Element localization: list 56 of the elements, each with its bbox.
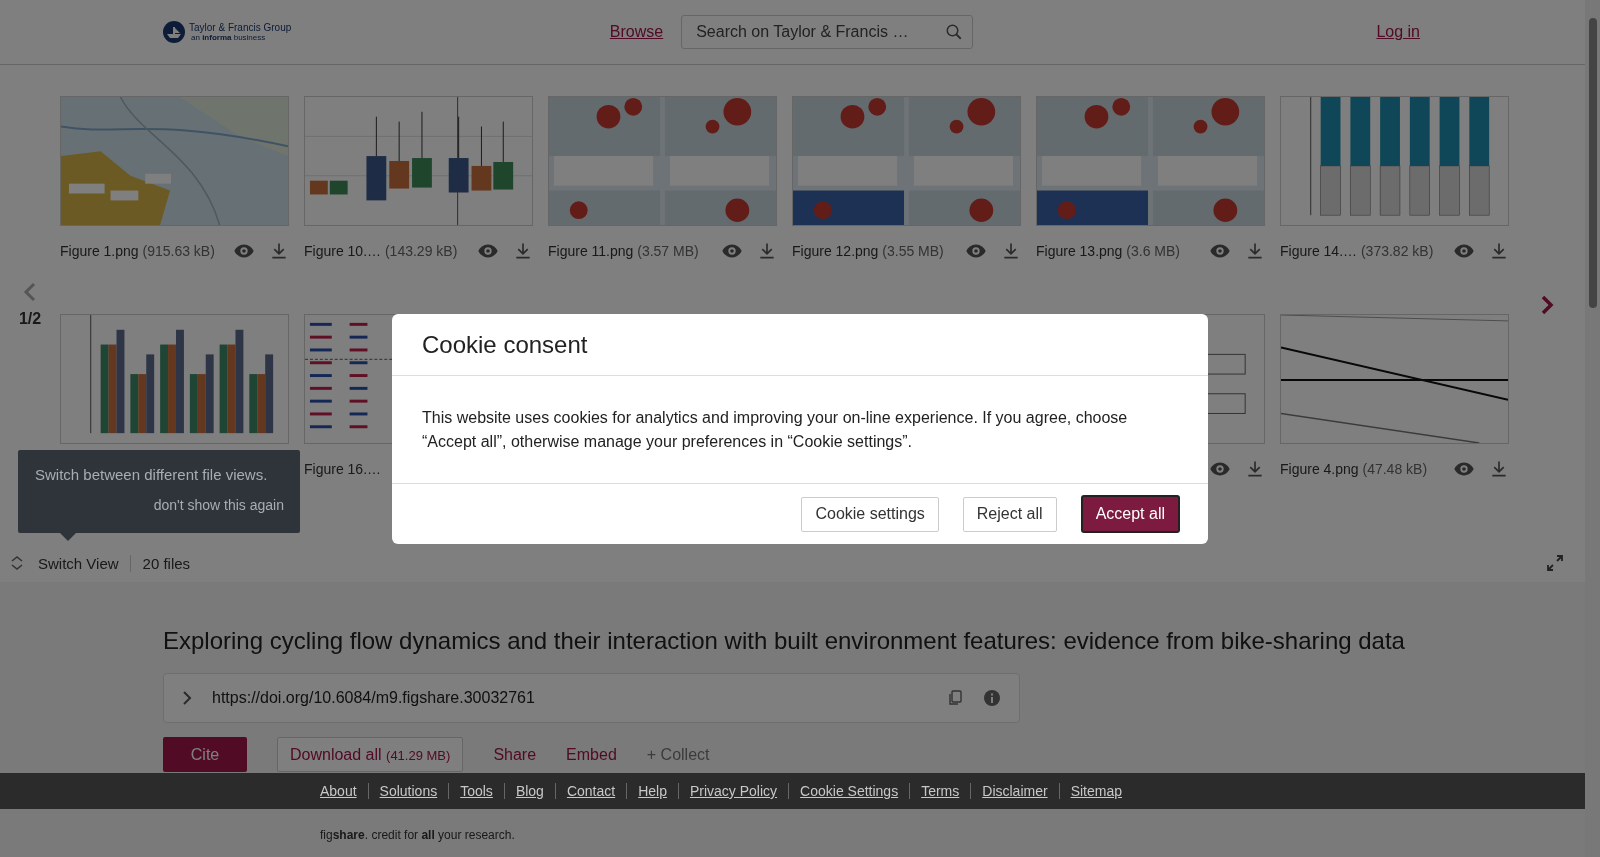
scrollbar[interactable] — [1585, 0, 1600, 857]
logo-tagline: an informa business — [191, 33, 267, 42]
tooltip-text: Switch between different file views. — [35, 466, 269, 483]
download-icon[interactable] — [1489, 459, 1509, 479]
footer-link[interactable]: Privacy Policy — [677, 783, 789, 799]
file-name: Figure 13.png (3.6 MB) — [1036, 243, 1181, 259]
download-icon[interactable] — [757, 241, 777, 261]
footer-link[interactable]: Solutions — [367, 783, 449, 799]
doi-link[interactable]: https://doi.org/10.6084/m9.figshare.30032761 — [212, 689, 927, 707]
fullscreen-icon[interactable] — [1547, 555, 1563, 571]
accept-button[interactable]: Accept all — [1080, 495, 1180, 533]
download-icon[interactable] — [269, 241, 289, 261]
footer-link[interactable]: Blog — [503, 783, 555, 799]
footer-link[interactable]: Help — [626, 783, 678, 799]
swap-icon[interactable] — [10, 555, 24, 571]
browse-link[interactable]: Browse — [609, 23, 664, 41]
logo-text: Taylor & Francis Group — [189, 22, 292, 33]
file-name: Figure 16.… — [304, 461, 383, 477]
login-link[interactable]: Log in — [1376, 23, 1420, 41]
footer-link[interactable]: Tools — [448, 783, 504, 799]
copy-icon[interactable] — [947, 690, 963, 706]
file-name: Figure 1.png (915.63 kB) — [60, 243, 216, 259]
dialog-title: Cookie consent — [422, 330, 588, 359]
info-icon[interactable] — [983, 689, 1001, 707]
logo-emblem-icon — [163, 21, 185, 43]
download-icon[interactable] — [1489, 241, 1509, 261]
chevron-right-icon[interactable] — [1540, 295, 1554, 315]
page-indicator: 1/2 — [18, 310, 42, 328]
file-name: Figure 11.png (3.57 MB) — [548, 243, 700, 259]
download-icon[interactable] — [1001, 241, 1021, 261]
footer-link[interactable]: Disclaimer — [970, 783, 1059, 799]
dialog-button[interactable]: Cookie settings — [801, 496, 939, 532]
cite-button[interactable]: Cite — [163, 737, 247, 772]
footer-link[interactable]: Cookie Settings — [788, 783, 910, 799]
switch-view-button[interactable]: Switch View — [38, 554, 131, 572]
footer-link[interactable]: About — [320, 783, 368, 799]
footer-link[interactable]: Sitemap — [1058, 783, 1133, 799]
search-field[interactable]: Search on Taylor & Francis … — [681, 15, 974, 49]
article-title: Exploring cycling flow dynamics and their interaction with built environment features: evidence from bike-sharing data — [163, 627, 1406, 655]
dismiss-link[interactable]: don't show this again — [153, 497, 284, 513]
dialog-button[interactable]: Reject all — [962, 496, 1057, 532]
dialog-message: This website uses cookies for analytics and improving your on-line experience. If you agree, choose “Accept all”, otherwise manage your preferences in “Cookie settings”. — [422, 407, 1129, 452]
download-icon[interactable] — [513, 241, 533, 261]
file-name: Figure 10.… (143.29 kB) — [304, 243, 459, 259]
file-name: Figure 12.png (3.55 MB) — [792, 243, 945, 259]
download-button[interactable]: Download all (41.29 MB) — [277, 737, 464, 772]
credit-text: figshare. credit for all your research. — [320, 828, 515, 842]
file-name: Figure 14.… (373.82 kB) — [1280, 243, 1435, 259]
search-icon[interactable] — [945, 23, 964, 41]
footer-link[interactable]: Contact — [554, 783, 627, 799]
chevron-right-icon[interactable] — [182, 690, 192, 706]
file-count: 20 files — [142, 554, 191, 572]
download-icon[interactable] — [1245, 241, 1265, 261]
file-name: Figure 4.png (47.48 kB) — [1280, 461, 1429, 477]
download-icon[interactable] — [1245, 459, 1265, 479]
footer-link[interactable]: Terms — [909, 783, 971, 799]
